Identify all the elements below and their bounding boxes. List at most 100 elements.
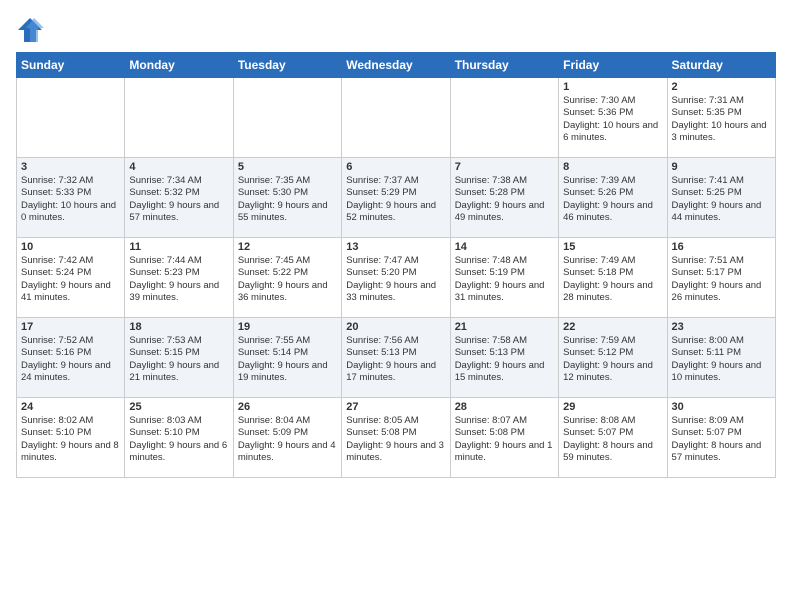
day-info: Sunrise: 7:44 AM bbox=[129, 255, 228, 267]
calendar-week-4: 17Sunrise: 7:52 AMSunset: 5:16 PMDayligh… bbox=[17, 318, 776, 398]
calendar-cell: 6Sunrise: 7:37 AMSunset: 5:29 PMDaylight… bbox=[342, 158, 450, 238]
calendar-cell bbox=[17, 78, 125, 158]
calendar-cell: 14Sunrise: 7:48 AMSunset: 5:19 PMDayligh… bbox=[450, 238, 558, 318]
day-number: 11 bbox=[129, 241, 228, 253]
calendar-header-monday: Monday bbox=[125, 53, 233, 78]
calendar-cell: 16Sunrise: 7:51 AMSunset: 5:17 PMDayligh… bbox=[667, 238, 775, 318]
day-info: Daylight: 9 hours and 36 minutes. bbox=[238, 280, 337, 305]
day-info: Sunrise: 7:56 AM bbox=[346, 335, 445, 347]
day-info: Sunset: 5:13 PM bbox=[346, 347, 445, 359]
day-info: Daylight: 9 hours and 24 minutes. bbox=[21, 360, 120, 385]
logo bbox=[16, 16, 48, 44]
day-number: 30 bbox=[672, 401, 771, 413]
calendar-cell: 2Sunrise: 7:31 AMSunset: 5:35 PMDaylight… bbox=[667, 78, 775, 158]
day-info: Sunset: 5:12 PM bbox=[563, 347, 662, 359]
day-info: Sunset: 5:29 PM bbox=[346, 187, 445, 199]
day-info: Sunrise: 7:30 AM bbox=[563, 95, 662, 107]
calendar-cell: 19Sunrise: 7:55 AMSunset: 5:14 PMDayligh… bbox=[233, 318, 341, 398]
day-number: 2 bbox=[672, 81, 771, 93]
day-info: Sunrise: 7:52 AM bbox=[21, 335, 120, 347]
day-info: Daylight: 9 hours and 33 minutes. bbox=[346, 280, 445, 305]
day-number: 7 bbox=[455, 161, 554, 173]
day-info: Sunset: 5:22 PM bbox=[238, 267, 337, 279]
day-info: Sunset: 5:10 PM bbox=[21, 427, 120, 439]
calendar-cell: 21Sunrise: 7:58 AMSunset: 5:13 PMDayligh… bbox=[450, 318, 558, 398]
day-info: Sunset: 5:28 PM bbox=[455, 187, 554, 199]
page: SundayMondayTuesdayWednesdayThursdayFrid… bbox=[0, 0, 792, 612]
calendar-header-tuesday: Tuesday bbox=[233, 53, 341, 78]
calendar-header-saturday: Saturday bbox=[667, 53, 775, 78]
day-number: 24 bbox=[21, 401, 120, 413]
day-info: Daylight: 8 hours and 59 minutes. bbox=[563, 440, 662, 465]
day-info: Sunset: 5:17 PM bbox=[672, 267, 771, 279]
day-info: Daylight: 9 hours and 21 minutes. bbox=[129, 360, 228, 385]
day-number: 15 bbox=[563, 241, 662, 253]
day-number: 21 bbox=[455, 321, 554, 333]
calendar-header-row: SundayMondayTuesdayWednesdayThursdayFrid… bbox=[17, 53, 776, 78]
day-info: Sunrise: 7:59 AM bbox=[563, 335, 662, 347]
day-info: Sunrise: 7:41 AM bbox=[672, 175, 771, 187]
day-info: Daylight: 9 hours and 8 minutes. bbox=[21, 440, 120, 465]
calendar-cell: 15Sunrise: 7:49 AMSunset: 5:18 PMDayligh… bbox=[559, 238, 667, 318]
calendar-cell: 13Sunrise: 7:47 AMSunset: 5:20 PMDayligh… bbox=[342, 238, 450, 318]
calendar-cell: 30Sunrise: 8:09 AMSunset: 5:07 PMDayligh… bbox=[667, 398, 775, 478]
calendar-cell: 8Sunrise: 7:39 AMSunset: 5:26 PMDaylight… bbox=[559, 158, 667, 238]
day-info: Daylight: 9 hours and 57 minutes. bbox=[129, 200, 228, 225]
day-info: Sunset: 5:23 PM bbox=[129, 267, 228, 279]
day-info: Daylight: 9 hours and 55 minutes. bbox=[238, 200, 337, 225]
calendar-cell: 5Sunrise: 7:35 AMSunset: 5:30 PMDaylight… bbox=[233, 158, 341, 238]
day-info: Daylight: 8 hours and 57 minutes. bbox=[672, 440, 771, 465]
calendar-week-5: 24Sunrise: 8:02 AMSunset: 5:10 PMDayligh… bbox=[17, 398, 776, 478]
calendar-cell bbox=[233, 78, 341, 158]
day-number: 27 bbox=[346, 401, 445, 413]
calendar-cell: 7Sunrise: 7:38 AMSunset: 5:28 PMDaylight… bbox=[450, 158, 558, 238]
day-info: Daylight: 9 hours and 6 minutes. bbox=[129, 440, 228, 465]
day-number: 13 bbox=[346, 241, 445, 253]
calendar-cell: 1Sunrise: 7:30 AMSunset: 5:36 PMDaylight… bbox=[559, 78, 667, 158]
calendar-cell: 22 Sunrise: 7:59 AMSunset: 5:12 PMDayligh… bbox=[559, 318, 667, 398]
day-info: Sunrise: 8:09 AM bbox=[672, 415, 771, 427]
day-info: Sunset: 5:30 PM bbox=[238, 187, 337, 199]
calendar-header-sunday: Sunday bbox=[17, 53, 125, 78]
day-info: Sunrise: 7:34 AM bbox=[129, 175, 228, 187]
day-info: Sunrise: 7:47 AM bbox=[346, 255, 445, 267]
day-info: Daylight: 9 hours and 15 minutes. bbox=[455, 360, 554, 385]
day-info: Sunrise: 7:37 AM bbox=[346, 175, 445, 187]
calendar-week-2: 3Sunrise: 7:32 AMSunset: 5:33 PMDaylight… bbox=[17, 158, 776, 238]
day-number: 6 bbox=[346, 161, 445, 173]
day-number: 17 bbox=[21, 321, 120, 333]
calendar-cell: 29 Sunrise: 8:08 AMSunset: 5:07 PMDayligh… bbox=[559, 398, 667, 478]
day-info: Daylight: 9 hours and 12 minutes. bbox=[563, 360, 662, 385]
header bbox=[16, 16, 776, 44]
calendar-header-thursday: Thursday bbox=[450, 53, 558, 78]
calendar-cell: 20Sunrise: 7:56 AMSunset: 5:13 PMDayligh… bbox=[342, 318, 450, 398]
day-number: 22 bbox=[563, 321, 662, 333]
day-info: Daylight: 9 hours and 1 minute. bbox=[455, 440, 554, 465]
calendar-cell bbox=[342, 78, 450, 158]
day-info: Sunset: 5:08 PM bbox=[455, 427, 554, 439]
calendar-cell bbox=[125, 78, 233, 158]
day-number: 18 bbox=[129, 321, 228, 333]
day-number: 3 bbox=[21, 161, 120, 173]
day-info: Sunrise: 7:35 AM bbox=[238, 175, 337, 187]
calendar-header-wednesday: Wednesday bbox=[342, 53, 450, 78]
day-info: Daylight: 9 hours and 26 minutes. bbox=[672, 280, 771, 305]
day-info: Sunrise: 7:32 AM bbox=[21, 175, 120, 187]
day-number: 29 bbox=[563, 401, 662, 413]
day-info: Sunrise: 7:58 AM bbox=[455, 335, 554, 347]
calendar-cell: 26Sunrise: 8:04 AMSunset: 5:09 PMDayligh… bbox=[233, 398, 341, 478]
day-info: Sunset: 5:07 PM bbox=[563, 427, 662, 439]
day-info: Sunset: 5:14 PM bbox=[238, 347, 337, 359]
day-info: Sunset: 5:24 PM bbox=[21, 267, 120, 279]
calendar-week-3: 10Sunrise: 7:42 AMSunset: 5:24 PMDayligh… bbox=[17, 238, 776, 318]
day-info: Sunrise: 8:07 AM bbox=[455, 415, 554, 427]
day-info: Sunrise: 8:00 AM bbox=[672, 335, 771, 347]
day-info: Sunrise: 8:08 AM bbox=[563, 415, 662, 427]
calendar-cell: 27Sunrise: 8:05 AMSunset: 5:08 PMDayligh… bbox=[342, 398, 450, 478]
day-number: 16 bbox=[672, 241, 771, 253]
day-info: Daylight: 9 hours and 28 minutes. bbox=[563, 280, 662, 305]
day-info: Daylight: 9 hours and 31 minutes. bbox=[455, 280, 554, 305]
calendar-cell bbox=[450, 78, 558, 158]
day-info: Sunrise: 7:42 AM bbox=[21, 255, 120, 267]
calendar-cell: 23Sunrise: 8:00 AMSunset: 5:11 PMDayligh… bbox=[667, 318, 775, 398]
